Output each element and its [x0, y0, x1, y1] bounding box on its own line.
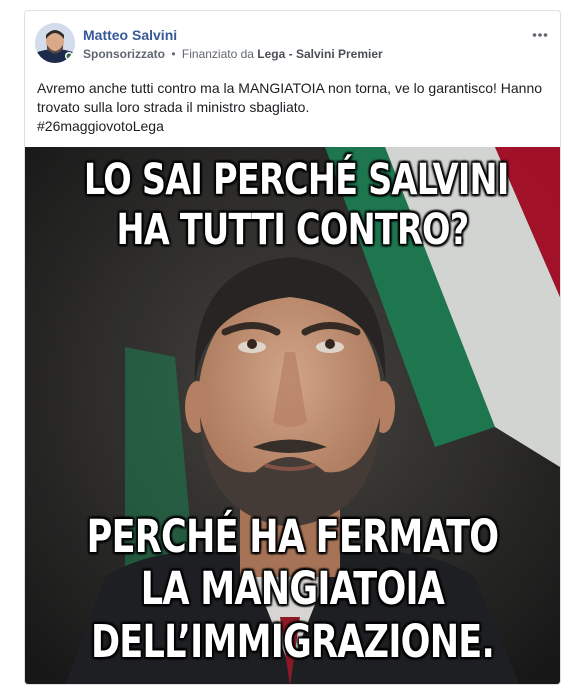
author-name[interactable]: Matteo Salvini	[83, 27, 177, 43]
more-horizontal-icon	[532, 33, 548, 37]
sponsored-label[interactable]: Sponsorizzato	[83, 47, 165, 61]
post-text: Avremo anche tutti contro ma la MANGIATO…	[37, 79, 552, 136]
caption-bottom-line-2: LA MANGIATOIA	[140, 562, 445, 615]
post-image[interactable]: LO SAI PERCHÉ SALVINI HA TUTTI CONTRO? P…	[25, 147, 560, 684]
sponsored-post: Matteo Salvini Sponsorizzato • Finanziat…	[24, 10, 561, 685]
avatar-image	[35, 23, 75, 63]
post-text-line-1: Avremo anche tutti contro ma la MANGIATO…	[37, 80, 543, 96]
post-text-line-2: trovato sulla loro strada il ministro sb…	[37, 99, 310, 115]
post-meta: Sponsorizzato • Finanziato da Lega - Sal…	[83, 47, 383, 61]
caption-bottom-line-1: PERCHÉ HA FERMATO	[86, 510, 499, 563]
meta-separator: •	[171, 47, 176, 61]
post-header: Matteo Salvini Sponsorizzato • Finanziat…	[25, 11, 560, 73]
avatar[interactable]	[35, 23, 75, 63]
funded-by-label: Finanziato da	[181, 47, 254, 61]
more-options-button[interactable]	[532, 25, 548, 43]
hashtag-link[interactable]: #26maggiovotoLega	[37, 117, 552, 136]
payer-link[interactable]: Lega - Salvini Premier	[257, 47, 382, 61]
caption-top-line-2: HA TUTTI CONTRO?	[116, 205, 470, 255]
caption-top-line-1: LO SAI PERCHÉ SALVINI	[83, 155, 509, 205]
caption-bottom-line-3: DELL’IMMIGRAZIONE.	[90, 615, 495, 668]
